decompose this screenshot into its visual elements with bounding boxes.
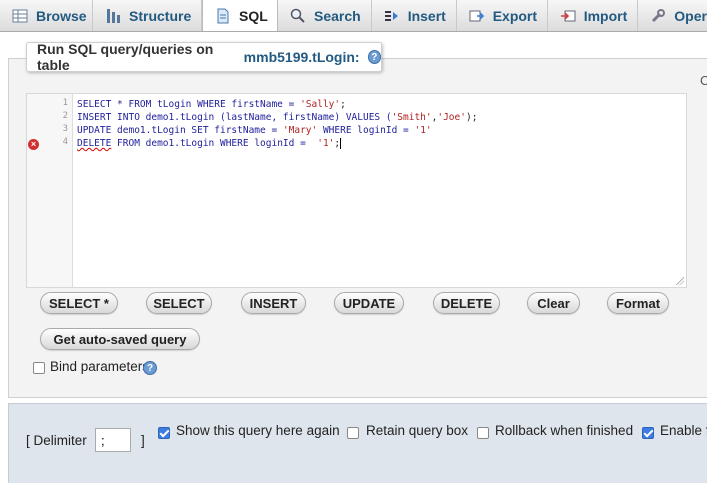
rollback-when-finished-label: Rollback when finished [495,423,634,438]
line-number-gutter: 1 2 3 4 [27,94,73,287]
tab-label: Insert [407,7,446,24]
select-button[interactable]: SELECT [146,292,212,314]
tab-search[interactable]: Search [278,0,372,31]
browse-table-icon [12,8,28,24]
structure-icon [105,8,121,24]
line-number: 1 [62,98,68,108]
tab-label: Search [314,7,361,24]
sql-icon [215,8,231,24]
bind-parameters-label: Bind parameters [50,359,150,374]
tab-sql[interactable]: SQL [202,0,278,31]
truncated-column-label: C [700,73,707,88]
code-line-3: UPDATE demo1.tLogin SET firstName = 'Mar… [77,125,432,136]
code-line-2: INSERT INTO demo1.tLogin (lastName, firs… [77,112,478,123]
sql-editor[interactable]: 1 2 3 4 SELECT * FROM tLogin WHERE first… [26,93,687,288]
tab-browse[interactable]: Browse [0,0,93,31]
resize-handle[interactable] [676,277,684,285]
sql-code[interactable]: SELECT * FROM tLogin WHERE firstName = '… [77,98,477,150]
tab-label: Export [492,7,538,24]
line-number: 2 [62,111,68,121]
insert-button[interactable]: INSERT [241,292,306,314]
tab-structure[interactable]: Structure [93,0,202,31]
tab-bar: Browse Structure SQL Search Insert Expor… [0,0,707,32]
search-icon [290,8,306,24]
tab-label: Import [583,7,628,24]
import-icon [560,8,576,24]
rollback-when-finished-checkbox[interactable] [477,427,489,439]
enable-foreign-key-label: Enable f [660,423,707,438]
tab-label: Operat [674,7,707,24]
clear-button[interactable]: Clear [527,292,580,314]
wrench-icon [650,8,666,24]
tab-label: SQL [239,7,268,24]
enable-foreign-key-checkbox[interactable] [642,427,654,439]
export-icon [469,8,485,24]
code-line-4: DELETE FROM demo1.tLogin WHERE loginId =… [77,138,342,149]
delimiter-input[interactable] [95,428,131,452]
delimiter-close-bracket: ] [141,433,145,448]
tab-insert[interactable]: Insert [372,0,457,31]
tab-label: Structure [129,7,192,24]
bind-parameters-help-icon[interactable]: ? [143,361,157,375]
bind-parameters-checkbox[interactable] [33,362,45,374]
delimiter-label: [ Delimiter [26,433,87,448]
retain-query-box-checkbox[interactable] [347,427,359,439]
get-auto-saved-query-button[interactable]: Get auto-saved query [40,328,200,350]
format-button[interactable]: Format [607,292,669,314]
tab-operations[interactable]: Operat [638,0,707,31]
panel-legend: Run SQL query/queries on table mmb5199.t… [26,41,382,73]
show-query-again-checkbox[interactable] [158,427,170,439]
legend-table-name: mmb5199.tLogin: [243,49,360,65]
retain-query-box-label: Retain query box [366,423,469,438]
code-line-1: SELECT * FROM tLogin WHERE firstName = '… [77,99,346,110]
text-caret [340,138,342,149]
help-icon[interactable]: ? [367,50,381,64]
delete-button[interactable]: DELETE [433,292,500,314]
error-icon[interactable]: × [28,139,39,150]
update-button[interactable]: UPDATE [334,292,404,314]
tab-export[interactable]: Export [457,0,548,31]
line-number: 3 [62,124,68,134]
tab-label: Browse [36,7,87,24]
line-number: 4 [62,137,68,147]
insert-icon [384,8,400,24]
select-star-button[interactable]: SELECT * [40,292,118,314]
show-query-again-label: Show this query here again [176,423,340,438]
tab-import[interactable]: Import [548,0,639,31]
legend-text: Run SQL query/queries on table [37,41,214,73]
